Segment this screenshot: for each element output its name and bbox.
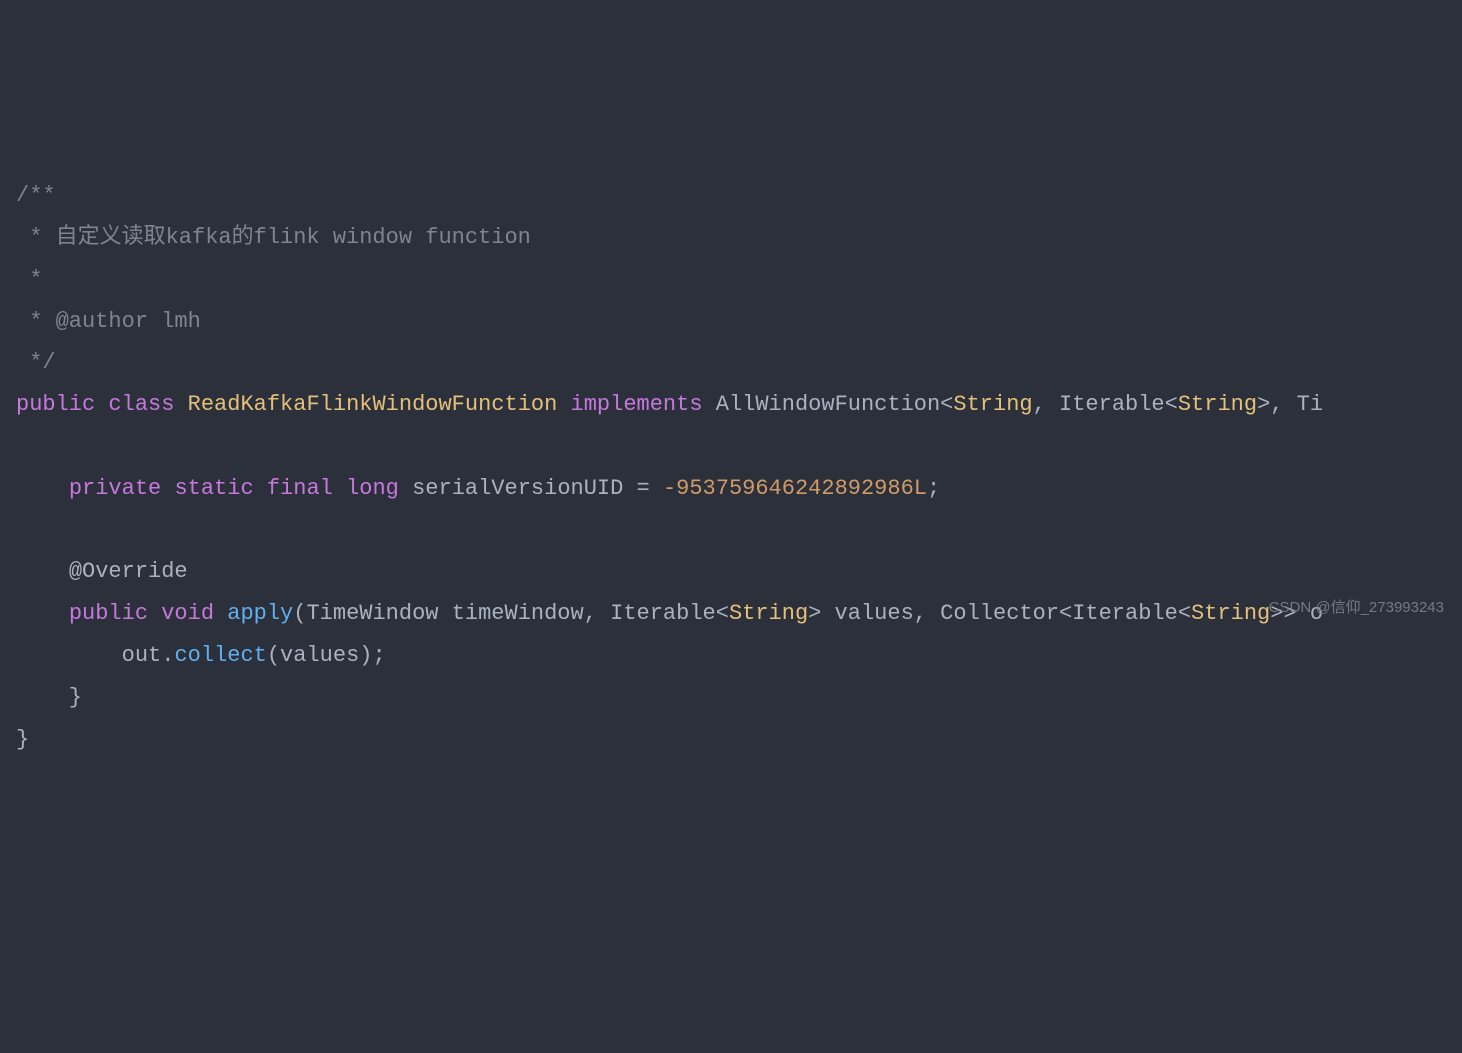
- code-block: /** * 自定义读取kafka的flink window function *…: [16, 175, 1446, 760]
- method-name: apply: [227, 601, 293, 626]
- class-name: ReadKafkaFlinkWindowFunction: [188, 392, 558, 417]
- method-name: collect: [174, 643, 266, 668]
- code-text: , Iterable<: [1033, 392, 1178, 417]
- comment-line: /**: [16, 183, 56, 208]
- keyword-public: public: [69, 601, 148, 626]
- keyword-private: private: [69, 476, 161, 501]
- keyword-static: static: [174, 476, 253, 501]
- type-string: String: [729, 601, 808, 626]
- code-text: (values);: [267, 643, 386, 668]
- comment-line: * @author lmh: [16, 309, 201, 334]
- code-text: > values, Collector<Iterable<: [808, 601, 1191, 626]
- keyword-public: public: [16, 392, 95, 417]
- watermark: CSDN @信仰_273993243: [1269, 594, 1444, 623]
- type-string: String: [1191, 601, 1270, 626]
- brace-close: }: [16, 727, 29, 752]
- type-string: String: [1178, 392, 1257, 417]
- comment-line: *: [16, 267, 42, 292]
- type-string: String: [953, 392, 1032, 417]
- comment-line: * 自定义读取kafka的flink window function: [16, 225, 531, 250]
- code-text: out.: [16, 643, 174, 668]
- comment-line: */: [16, 350, 56, 375]
- keyword-final: final: [267, 476, 333, 501]
- number-literal: -953759646242892986L: [663, 476, 927, 501]
- code-text: >, Ti: [1257, 392, 1323, 417]
- annotation-override: @Override: [69, 559, 188, 584]
- code-text: serialVersionUID =: [399, 476, 663, 501]
- code-text: (TimeWindow timeWindow, Iterable<: [293, 601, 729, 626]
- keyword-implements: implements: [571, 392, 703, 417]
- keyword-long: long: [346, 476, 399, 501]
- keyword-class: class: [108, 392, 174, 417]
- code-text: AllWindowFunction<: [703, 392, 954, 417]
- brace-close: }: [16, 685, 82, 710]
- keyword-void: void: [161, 601, 214, 626]
- semicolon: ;: [927, 476, 940, 501]
